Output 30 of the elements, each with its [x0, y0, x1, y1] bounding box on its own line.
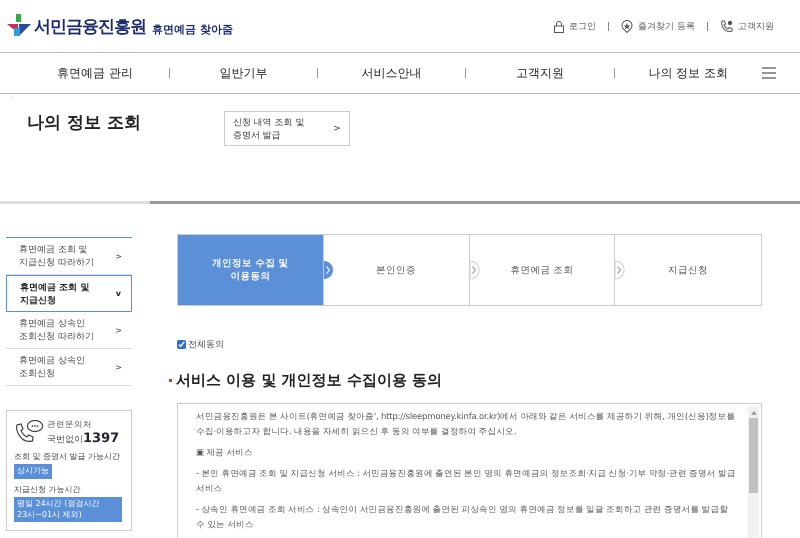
hours-label: 지급신청 가능시간	[14, 484, 81, 495]
contact-prefix: 국번없이	[47, 434, 83, 446]
nav-item[interactable]: 고객지원	[484, 64, 595, 82]
nav-item[interactable]: 서비스안내	[336, 64, 447, 82]
section-title: 서비스 이용 및 개인정보 수집이용 동의	[176, 371, 442, 390]
consent-paragraph: ▣ 제공 서비스	[196, 447, 254, 460]
consent-paragraph: 서민금융진흥원은 본 사이트(휴면예금 찾아줌', http://sleepmoney.kinfa.or.kr)에서 아래와 같은 서비스를 제공하기 위해, 개인(신용)정보를 수집·이용하고자 합니다. 내용을 자세히 읽으신 후 동의 여부를 결정하여 주십시오.	[196, 411, 736, 439]
consent-paragraph: - 본인 휴면예금 조회 및 지급신청 서비스 : 서민금융진흥원에 출연된 본인 명의 휴면예금의 정보조회·지급 신청·기부 약정·관련 증명서 발급 서비스	[196, 468, 737, 496]
nav-item[interactable]: 일반기부	[188, 64, 298, 82]
nav-item[interactable]: 휴면예금 관리	[40, 64, 150, 82]
phone-number: 1397	[83, 431, 120, 446]
step-label: 본인인증	[376, 264, 416, 276]
hours-badge: 상시가능	[14, 464, 52, 479]
utility-link[interactable]: 고객지원	[738, 20, 774, 32]
sub-link-button[interactable]: 신청 내역 조회 및 증명서 발급 >	[224, 111, 350, 146]
contact-label: 관련문의처	[47, 419, 93, 431]
step-label: 지급신청	[668, 264, 708, 276]
utility-link[interactable]: 로그인	[569, 20, 596, 32]
site-subtitle: 휴면예금 찾아줌	[152, 22, 233, 37]
nav-item[interactable]: 나의 정보 조회	[633, 64, 744, 82]
hours-badge: 평일 24시간 (점검시간 23시~01시 제외)	[14, 496, 122, 522]
page-title: 나의 정보 조회	[27, 112, 141, 134]
consent-paragraph: - 상속인 휴면예금 조회 서비스 : 상속인이 서민금융진흥원에 출연된 피상속인 명의 휴면예금 정보를 일괄 조회하고 관련 증명서를 발급할 수 있는 서비스	[196, 504, 730, 532]
hours-label: 조회 및 증명서 발급 가능시간	[14, 451, 120, 462]
logo-text[interactable]: 서민금융진흥원	[34, 15, 146, 38]
sidebar-item[interactable]: 휴면예금 조회 및 지급신청 v	[6, 275, 132, 312]
step-label: 휴면예금 조회	[510, 264, 574, 276]
step-label: 개인정보 수집 및 이용동의	[211, 257, 290, 283]
agree-all-label: 전체동의	[188, 339, 224, 351]
utility-link[interactable]: 즐겨찾기 등록	[638, 20, 695, 32]
